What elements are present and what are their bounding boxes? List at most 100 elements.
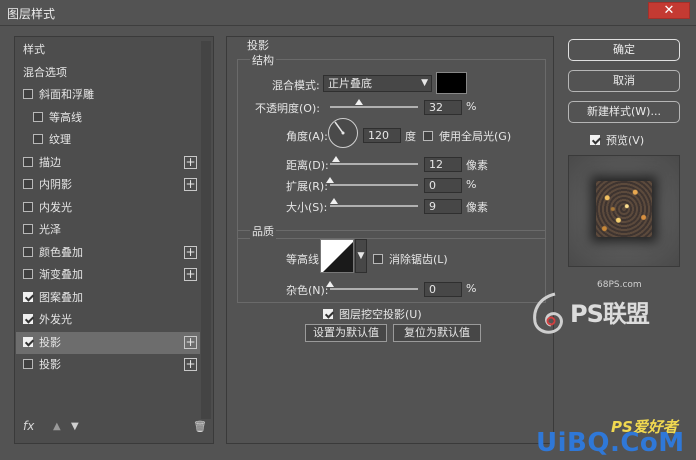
noise-slider[interactable] — [326, 281, 418, 290]
fx-icon[interactable]: fx — [23, 419, 34, 433]
section-title: 投影 — [247, 39, 269, 52]
gradient-overlay-checkbox[interactable] — [23, 269, 33, 279]
bevel-emboss-checkbox[interactable] — [23, 89, 33, 99]
size-slider-thumb[interactable] — [330, 198, 338, 204]
contour-dropdown[interactable]: ▼ — [355, 239, 367, 273]
preview-toggle[interactable]: 预览(V) — [590, 132, 644, 148]
noise-input[interactable]: 0 — [424, 282, 462, 297]
new-style-button[interactable]: 新建样式(W)... — [568, 101, 680, 123]
knockout-label: 图层挖空投影(U) — [339, 308, 422, 321]
sidebar-item-label: 混合选项 — [23, 65, 67, 79]
watermark-uibq-text: UiBQ.CoM — [536, 428, 685, 458]
style-list-scrollbar[interactable] — [201, 41, 211, 419]
stroke-checkbox[interactable] — [23, 156, 33, 167]
satin-checkbox[interactable] — [23, 224, 33, 234]
angle-dial[interactable] — [328, 118, 358, 148]
distance-slider[interactable] — [330, 156, 418, 165]
sidebar-item-label: 样式 — [23, 43, 45, 56]
noise-slider-thumb[interactable] — [326, 281, 334, 287]
sidebar-item-gradient-overlay[interactable]: 渐变叠加 + — [16, 264, 200, 287]
add-stroke-icon[interactable]: + — [184, 155, 197, 169]
pattern-overlay-checkbox[interactable] — [23, 291, 33, 302]
preview-checkbox[interactable] — [590, 135, 600, 145]
style-preview — [568, 155, 680, 267]
opacity-slider-thumb[interactable] — [355, 99, 363, 105]
opacity-label: 不透明度(O): — [255, 102, 320, 115]
opacity-input[interactable]: 32 — [424, 100, 462, 115]
inner-glow-checkbox[interactable] — [23, 201, 33, 212]
texture-checkbox[interactable] — [33, 134, 43, 144]
sidebar-item-drop-shadow-2[interactable]: 投影 + — [16, 354, 200, 377]
structure-group: 结构 混合模式: 正片叠底 ▼ 不透明度(O): 32 % 角度(A): 120… — [237, 52, 546, 239]
spread-label: 扩展(R): — [286, 180, 328, 193]
shadow-color-swatch[interactable] — [436, 72, 467, 94]
angle-label: 角度(A): — [286, 130, 328, 143]
title-bar: 图层样式 ✕ — [0, 0, 696, 26]
spread-slider[interactable] — [326, 177, 418, 186]
add-gradient-overlay-icon[interactable]: + — [184, 268, 197, 281]
sidebar-item-label: 光泽 — [39, 223, 61, 236]
size-unit: 像素 — [466, 201, 488, 214]
trash-icon[interactable]: 🗑 — [193, 420, 207, 433]
contour-checkbox[interactable] — [33, 111, 43, 122]
drop-shadow-checkbox[interactable] — [23, 336, 33, 347]
drop-shadow-2-checkbox[interactable] — [23, 359, 33, 369]
spread-slider-thumb[interactable] — [326, 177, 334, 183]
angle-input[interactable]: 120 — [363, 128, 401, 143]
ok-button[interactable]: 确定 — [568, 39, 680, 61]
contour-preview[interactable] — [320, 239, 354, 273]
sidebar-item-satin[interactable]: 光泽 — [16, 219, 200, 242]
reset-default-button[interactable]: 复位为默认值 — [393, 324, 481, 342]
ps-logo-icon — [533, 292, 563, 334]
cancel-button[interactable]: 取消 — [568, 70, 680, 92]
move-up-icon[interactable]: ▲ — [53, 421, 61, 432]
sidebar-item-label: 投影 — [39, 358, 61, 371]
sidebar-item-bevel-emboss[interactable]: 斜面和浮雕 — [16, 84, 200, 107]
add-color-overlay-icon[interactable]: + — [184, 245, 197, 259]
anti-alias-checkbox[interactable] — [373, 254, 383, 264]
opacity-unit: % — [466, 100, 477, 113]
quality-group: 品质 等高线: ▼ 消除锯齿(L) 杂色(N): 0 % — [237, 223, 546, 303]
size-input[interactable]: 9 — [424, 199, 462, 214]
add-drop-shadow-icon[interactable]: + — [184, 335, 197, 349]
linear-contour-icon — [323, 242, 353, 272]
close-button[interactable]: ✕ — [648, 2, 690, 19]
anti-alias-toggle[interactable]: 消除锯齿(L) — [373, 251, 448, 267]
sidebar-item-label: 颜色叠加 — [39, 245, 83, 259]
add-drop-shadow-2-icon[interactable]: + — [184, 358, 197, 371]
sidebar-item-contour[interactable]: 等高线 — [16, 107, 200, 130]
knockout-checkbox[interactable] — [323, 309, 333, 319]
sidebar-item-label: 内发光 — [39, 200, 72, 214]
angle-needle-icon — [334, 121, 345, 135]
add-inner-shadow-icon[interactable]: + — [184, 178, 197, 191]
knockout-toggle[interactable]: 图层挖空投影(U) — [323, 306, 422, 322]
sidebar-item-inner-glow[interactable]: 内发光 — [16, 197, 200, 220]
chevron-down-icon: ▼ — [357, 251, 365, 261]
color-overlay-checkbox[interactable] — [23, 246, 33, 257]
sidebar-item-stroke[interactable]: 描边 + — [16, 152, 200, 175]
distance-slider-thumb[interactable] — [332, 156, 340, 162]
sidebar-item-outer-glow[interactable]: 外发光 — [16, 309, 200, 332]
sidebar-item-drop-shadow-active[interactable]: 投影 + — [16, 331, 200, 354]
style-list: 样式 混合选项 斜面和浮雕 等高线 纹理 描边 + 内阴影 + 内发光 光泽 颜色叠… — [16, 39, 200, 377]
sidebar-item-styles[interactable]: 样式 — [16, 39, 200, 62]
move-down-icon[interactable]: ▼ — [71, 421, 79, 432]
structure-group-label: 结构 — [250, 52, 276, 68]
global-light-checkbox[interactable] — [423, 131, 433, 141]
distance-input[interactable]: 12 — [424, 157, 462, 172]
sidebar-item-texture[interactable]: 纹理 — [16, 129, 200, 152]
make-default-button[interactable]: 设置为默认值 — [305, 324, 387, 342]
spread-input[interactable]: 0 — [424, 178, 462, 193]
sidebar-item-pattern-overlay[interactable]: 图案叠加 — [16, 287, 200, 310]
inner-shadow-checkbox[interactable] — [23, 179, 33, 189]
global-light-toggle[interactable]: 使用全局光(G) — [423, 128, 511, 144]
opacity-slider[interactable] — [330, 99, 418, 108]
sidebar-item-blending-options[interactable]: 混合选项 — [16, 62, 200, 85]
sidebar-item-color-overlay[interactable]: 颜色叠加 + — [16, 242, 200, 265]
blend-mode-select[interactable]: 正片叠底 ▼ — [323, 75, 432, 92]
outer-glow-checkbox[interactable] — [23, 314, 33, 324]
style-list-panel: 样式 混合选项 斜面和浮雕 等高线 纹理 描边 + 内阴影 + 内发光 光泽 颜色叠… — [14, 36, 214, 444]
blend-mode-label: 混合模式: — [272, 79, 320, 92]
sidebar-item-inner-shadow[interactable]: 内阴影 + — [16, 174, 200, 197]
size-slider[interactable] — [330, 198, 418, 207]
